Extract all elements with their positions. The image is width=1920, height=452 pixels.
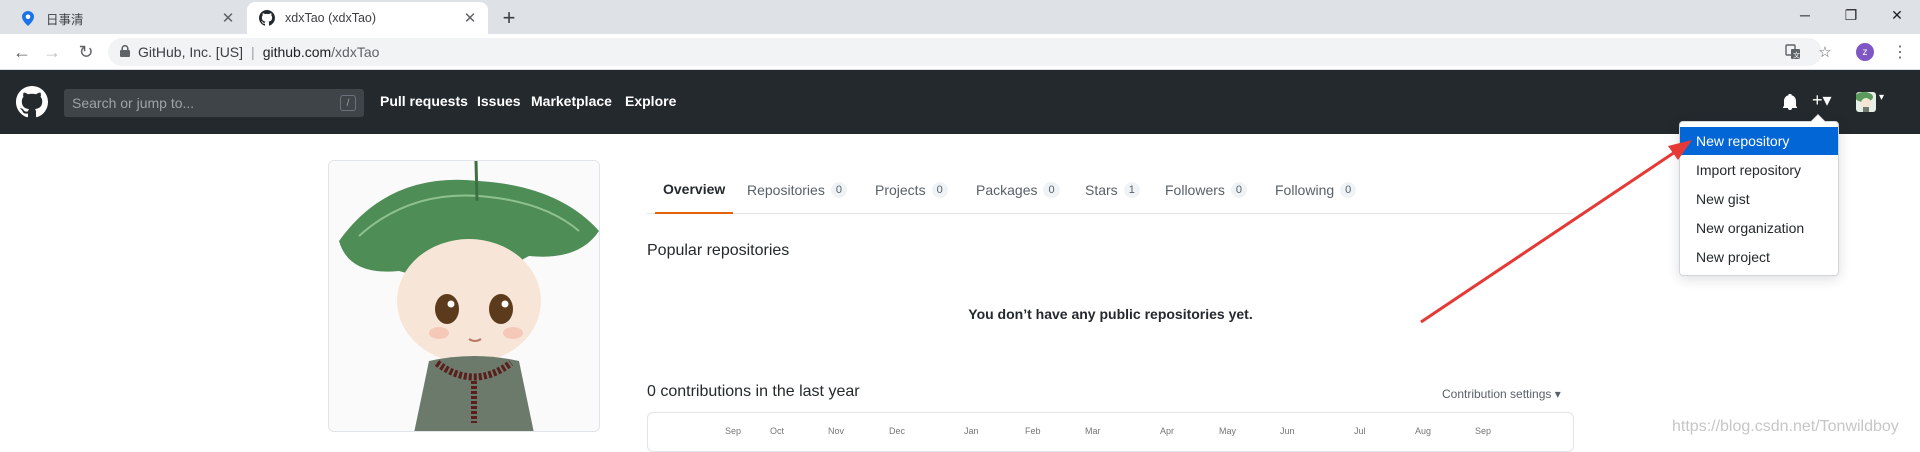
watermark: https://blog.csdn.net/Tonwildboy	[1672, 418, 1899, 435]
annotation-arrow	[1420, 140, 1692, 324]
